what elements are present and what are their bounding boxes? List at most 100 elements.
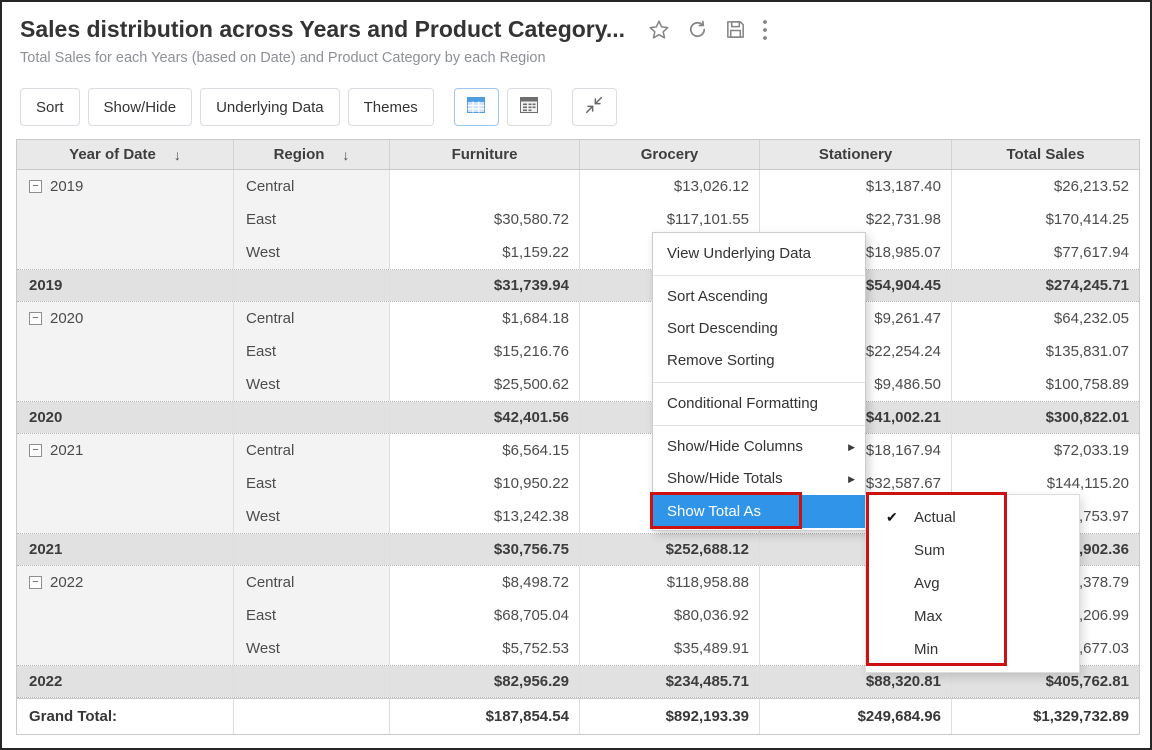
region-cell[interactable]: West	[234, 368, 390, 401]
year-cell[interactable]: 2022	[17, 666, 234, 697]
menu-item-show-hide-columns[interactable]: Show/Hide Columns ▶	[653, 431, 865, 463]
furniture-cell[interactable]: $8,498.72	[390, 566, 580, 599]
year-cell[interactable]	[17, 467, 234, 500]
underlying-data-button[interactable]: Underlying Data	[200, 88, 340, 126]
year-cell[interactable]	[17, 500, 234, 533]
furniture-cell[interactable]: $42,401.56	[390, 402, 580, 433]
grocery-cell[interactable]: $892,193.39	[580, 699, 760, 734]
total-sales-cell[interactable]: $170,414.25	[952, 203, 1139, 236]
total-sales-cell[interactable]: $26,213.52	[952, 170, 1139, 203]
region-cell[interactable]: East	[234, 599, 390, 632]
year-cell[interactable]: 2019	[17, 170, 234, 203]
region-cell[interactable]: Central	[234, 170, 390, 203]
column-header-grocery[interactable]: Grocery	[580, 140, 760, 169]
region-cell[interactable]: East	[234, 467, 390, 500]
furniture-cell[interactable]: $1,159.22	[390, 236, 580, 269]
collapse-minus-icon[interactable]	[29, 312, 42, 325]
region-cell[interactable]	[234, 402, 390, 433]
refresh-icon[interactable]	[686, 18, 709, 41]
year-cell[interactable]	[17, 632, 234, 665]
submenu-item-avg[interactable]: Avg	[866, 567, 1079, 600]
total-sales-cell[interactable]: $100,758.89	[952, 368, 1139, 401]
column-header-stationery[interactable]: Stationery	[760, 140, 952, 169]
grocery-cell[interactable]: $252,688.12	[580, 534, 760, 565]
furniture-cell[interactable]	[390, 170, 580, 203]
submenu-item-sum[interactable]: Sum	[866, 534, 1079, 567]
region-cell[interactable]: West	[234, 632, 390, 665]
stationery-cell[interactable]: $13,187.40	[760, 170, 952, 203]
furniture-cell[interactable]: $10,950.22	[390, 467, 580, 500]
sort-button[interactable]: Sort	[20, 88, 80, 126]
furniture-cell[interactable]: $15,216.76	[390, 335, 580, 368]
menu-item-show-total-as[interactable]: Show Total As	[653, 495, 865, 528]
grocery-cell[interactable]: $118,958.88	[580, 566, 760, 599]
total-sales-cell[interactable]: $77,617.94	[952, 236, 1139, 269]
total-sales-cell[interactable]: $135,831.07	[952, 335, 1139, 368]
column-header-year[interactable]: Year of Date ↓	[17, 140, 234, 169]
region-cell[interactable]: East	[234, 335, 390, 368]
furniture-cell[interactable]: $6,564.15	[390, 434, 580, 467]
region-cell[interactable]	[234, 666, 390, 697]
submenu-item-min[interactable]: Min	[866, 633, 1079, 666]
furniture-cell[interactable]: $82,956.29	[390, 666, 580, 697]
year-cell[interactable]	[17, 599, 234, 632]
themes-button[interactable]: Themes	[348, 88, 434, 126]
favorite-star-icon[interactable]	[647, 18, 671, 42]
menu-item-conditional-formatting[interactable]: Conditional Formatting	[653, 388, 865, 420]
more-options-kebab-icon[interactable]	[762, 19, 768, 41]
grocery-cell[interactable]: $80,036.92	[580, 599, 760, 632]
furniture-cell[interactable]: $13,242.38	[390, 500, 580, 533]
year-cell[interactable]: 2022	[17, 566, 234, 599]
total-sales-cell[interactable]: $1,329,732.89	[952, 699, 1139, 734]
furniture-cell[interactable]: $187,854.54	[390, 699, 580, 734]
year-cell[interactable]: 2021	[17, 534, 234, 565]
pivot-view-button[interactable]	[507, 88, 552, 126]
region-cell[interactable]	[234, 270, 390, 301]
region-cell[interactable]: West	[234, 236, 390, 269]
menu-item-sort-descending[interactable]: Sort Descending	[653, 313, 865, 345]
total-sales-cell[interactable]: $300,822.01	[952, 402, 1139, 433]
menu-item-sort-ascending[interactable]: Sort Ascending	[653, 281, 865, 313]
furniture-cell[interactable]: $31,739.94	[390, 270, 580, 301]
collapse-minus-icon[interactable]	[29, 180, 42, 193]
column-header-furniture[interactable]: Furniture	[390, 140, 580, 169]
collapse-minus-icon[interactable]	[29, 444, 42, 457]
year-cell[interactable]: 2020	[17, 302, 234, 335]
furniture-cell[interactable]: $30,756.75	[390, 534, 580, 565]
total-sales-cell[interactable]: $72,033.19	[952, 434, 1139, 467]
submenu-item-actual[interactable]: ✔ Actual	[866, 501, 1079, 534]
grocery-cell[interactable]: $13,026.12	[580, 170, 760, 203]
region-cell[interactable]: Central	[234, 566, 390, 599]
grocery-cell[interactable]: $234,485.71	[580, 666, 760, 697]
region-cell[interactable]: Central	[234, 434, 390, 467]
total-sales-cell[interactable]: $274,245.71	[952, 270, 1139, 301]
furniture-cell[interactable]: $25,500.62	[390, 368, 580, 401]
furniture-cell[interactable]: $1,684.18	[390, 302, 580, 335]
column-header-total-sales[interactable]: Total Sales	[952, 140, 1139, 169]
year-cell[interactable]: 2020	[17, 402, 234, 433]
furniture-cell[interactable]: $30,580.72	[390, 203, 580, 236]
collapse-button[interactable]	[572, 88, 617, 126]
year-cell[interactable]	[17, 335, 234, 368]
total-sales-cell[interactable]: $64,232.05	[952, 302, 1139, 335]
region-cell[interactable]	[234, 699, 390, 734]
menu-item-show-hide-totals[interactable]: Show/Hide Totals ▶	[653, 463, 865, 495]
grocery-cell[interactable]: $35,489.91	[580, 632, 760, 665]
region-cell[interactable]	[234, 534, 390, 565]
region-cell[interactable]: East	[234, 203, 390, 236]
year-cell[interactable]: 2021	[17, 434, 234, 467]
year-cell[interactable]: Grand Total:	[17, 699, 234, 734]
region-cell[interactable]: West	[234, 500, 390, 533]
table-view-button[interactable]	[454, 88, 499, 126]
show-hide-button[interactable]: Show/Hide	[88, 88, 193, 126]
menu-item-remove-sorting[interactable]: Remove Sorting	[653, 345, 865, 377]
furniture-cell[interactable]: $68,705.04	[390, 599, 580, 632]
menu-item-view-underlying-data[interactable]: View Underlying Data	[653, 238, 865, 270]
stationery-cell[interactable]: $249,684.96	[760, 699, 952, 734]
year-cell[interactable]	[17, 368, 234, 401]
region-cell[interactable]: Central	[234, 302, 390, 335]
column-header-region[interactable]: Region ↓	[234, 140, 390, 169]
save-icon[interactable]	[724, 18, 747, 41]
year-cell[interactable]: 2019	[17, 270, 234, 301]
submenu-item-max[interactable]: Max	[866, 600, 1079, 633]
